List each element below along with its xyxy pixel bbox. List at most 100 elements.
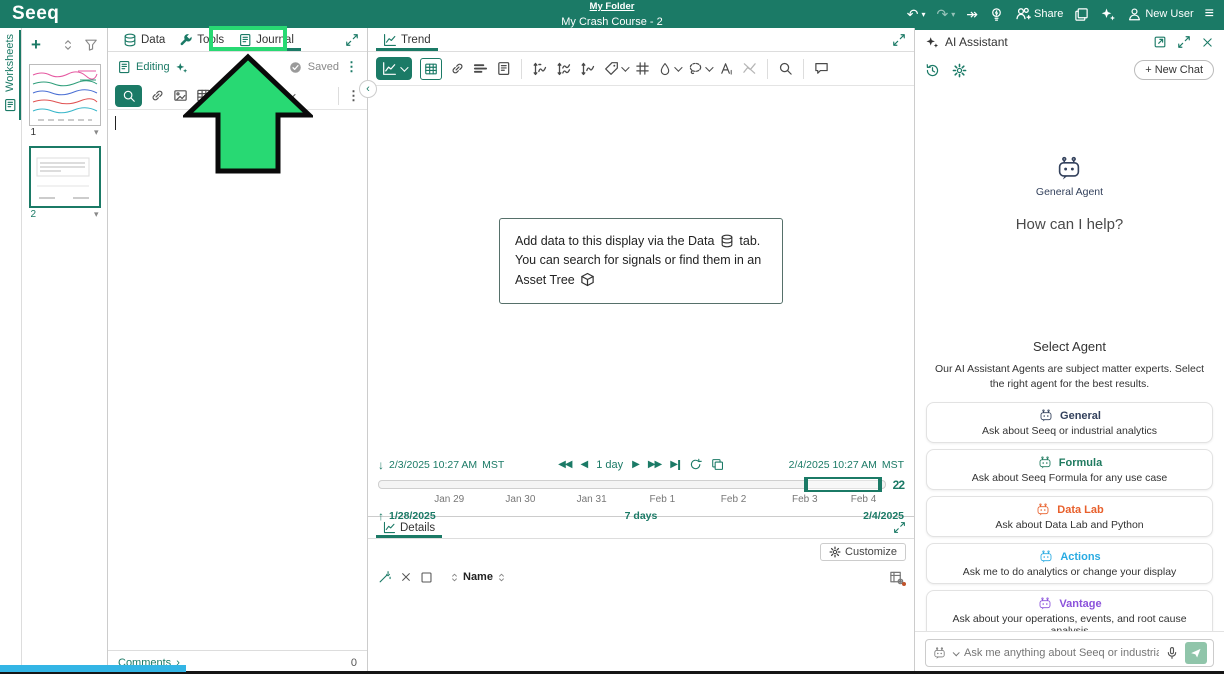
agent-card-actions[interactable]: Actions Ask me to do analytics or change… <box>926 543 1213 584</box>
assistant-title: AI Assistant <box>945 35 1008 49</box>
open-in-window-icon[interactable] <box>1153 35 1167 49</box>
filter-worksheets-icon[interactable] <box>84 38 98 52</box>
investigate-range-slider[interactable] <box>378 480 886 489</box>
gridlines-icon[interactable] <box>635 61 650 76</box>
remove-item-icon[interactable] <box>400 571 412 583</box>
agent-card-vantage[interactable]: Vantage Ask about your operations, event… <box>926 590 1213 631</box>
sort-worksheets-icon[interactable] <box>61 38 75 52</box>
step-size-label[interactable]: 1 day <box>596 459 623 471</box>
investigate-duration[interactable]: 7 days <box>625 510 658 522</box>
journal-menu-button[interactable]: ⋮ <box>345 59 358 75</box>
collapse-panel-button[interactable]: ‹ <box>359 80 377 98</box>
auto-update-icon[interactable] <box>689 458 702 471</box>
undo-button[interactable]: ↶▾ <box>907 7 926 21</box>
step-forward-button[interactable]: ▶ <box>632 460 639 470</box>
hamburger-menu[interactable]: ≡ <box>1205 6 1214 22</box>
droplet-icon <box>658 62 672 76</box>
tips-button[interactable] <box>989 7 1004 22</box>
display-start[interactable]: ↓ 2/3/2025 10:27 AMMST <box>378 459 504 471</box>
investigate-start[interactable]: ↑ 1/28/2025 <box>378 510 436 522</box>
gear-icon[interactable] <box>952 63 967 78</box>
trend-chart-area[interactable]: Add data to this display via the Data ta… <box>368 86 914 454</box>
one-lane-icon[interactable] <box>532 61 548 77</box>
agent-card-general[interactable]: General Ask about Seeq or industrial ana… <box>926 402 1213 443</box>
worksheet-item-1[interactable]: 1▾ <box>29 64 101 139</box>
chevron-down-icon[interactable]: ▾ <box>94 209 99 220</box>
chevron-down-icon[interactable]: ▾ <box>94 127 99 138</box>
step-to-end-button[interactable]: ▶ <box>670 460 680 470</box>
add-worksheet-button[interactable]: + <box>31 35 41 55</box>
chevron-down-icon[interactable] <box>287 90 295 98</box>
share-label: Share <box>1034 8 1063 20</box>
journal-editor[interactable] <box>108 110 367 650</box>
chevron-down-icon[interactable] <box>953 649 960 656</box>
new-chat-button[interactable]: + New Chat <box>1134 60 1214 80</box>
agent-card-data-lab[interactable]: Data Lab Ask about Data Lab and Python <box>926 496 1213 537</box>
capsule-lanes-icon[interactable] <box>473 61 488 76</box>
sparkles-icon[interactable] <box>175 61 188 74</box>
tab-journal[interactable]: Journal <box>231 28 301 51</box>
chevron-down-icon[interactable]: ▾ <box>922 10 926 19</box>
annotate-journal-icon[interactable] <box>496 61 511 76</box>
display-range-selector[interactable] <box>804 477 882 492</box>
expand-icon[interactable] <box>1177 35 1191 49</box>
worksheets-strip[interactable]: Worksheets <box>0 28 22 674</box>
chat-history-icon[interactable] <box>925 63 940 78</box>
link-item-icon[interactable] <box>450 61 465 76</box>
resize-range-icon[interactable]: 22 <box>893 478 904 492</box>
share-button[interactable]: Share <box>1015 6 1063 22</box>
seeq-link-button[interactable] <box>115 85 142 107</box>
tick-label: Feb 3 <box>792 494 818 505</box>
chevron-down-icon[interactable]: ▾ <box>951 10 955 19</box>
table-view-button[interactable] <box>420 58 442 80</box>
display-end[interactable]: 2/4/2025 10:27 AMMST <box>789 459 904 471</box>
journal-panel: Data Tools Journal Editing Saved ⋮ <box>108 28 368 674</box>
one-axis-icon[interactable] <box>580 61 596 77</box>
redo-button[interactable]: ↷▾ <box>937 7 956 21</box>
worksheet-item-2[interactable]: 2▾ <box>29 146 101 221</box>
worksheets-view-button[interactable] <box>1074 7 1089 22</box>
investigate-end[interactable]: 2/4/2025 <box>863 510 904 522</box>
microphone-icon[interactable] <box>1165 646 1179 660</box>
agent-card-formula[interactable]: Formula Ask about Seeq Formula for any u… <box>926 449 1213 490</box>
chart-type-button[interactable] <box>376 57 412 80</box>
name-column-header[interactable]: Name <box>463 571 493 583</box>
tab-data[interactable]: Data <box>116 28 172 51</box>
selection-mode-button[interactable] <box>688 61 711 76</box>
worksheet-thumbnail-1[interactable] <box>29 64 101 126</box>
insert-image-icon[interactable] <box>173 88 188 103</box>
step-forward-fast-button[interactable]: ▶▶ <box>648 460 661 470</box>
customize-button[interactable]: Customize <box>820 543 906 561</box>
select-signal-wand-icon[interactable] <box>378 570 392 584</box>
worksheet-thumbnail-2[interactable] <box>29 146 101 208</box>
tab-tools[interactable]: Tools <box>172 28 231 51</box>
select-all-checkbox[interactable] <box>420 571 433 584</box>
close-icon[interactable] <box>1201 36 1214 49</box>
ai-assistant-toggle[interactable] <box>1100 6 1116 22</box>
tab-trend[interactable]: Trend <box>376 28 438 51</box>
sort-icon[interactable] <box>449 572 460 583</box>
dimming-button[interactable] <box>658 62 680 76</box>
insert-link-icon[interactable] <box>150 88 165 103</box>
assistant-input[interactable] <box>964 647 1159 659</box>
step-back-fast-button[interactable]: ◀◀ <box>558 460 571 470</box>
zoom-icon[interactable] <box>778 61 793 76</box>
folder-link[interactable]: My Folder <box>561 1 662 12</box>
expand-trend-button[interactable] <box>892 33 906 47</box>
insert-table-icon[interactable] <box>196 88 211 103</box>
expand-journal-button[interactable] <box>345 33 359 47</box>
sort-icon[interactable] <box>496 572 507 583</box>
step-back-button[interactable]: ◀ <box>580 460 587 470</box>
copy-time-range-icon[interactable] <box>711 458 724 471</box>
comment-bubble-icon[interactable] <box>814 61 829 76</box>
send-button[interactable] <box>1185 642 1207 664</box>
separate-lanes-icon[interactable] <box>556 61 572 77</box>
user-menu[interactable]: New User <box>1127 7 1193 22</box>
labels-button[interactable] <box>604 61 627 76</box>
worksheets-strip-label[interactable]: Worksheets <box>0 30 21 120</box>
table-settings-button[interactable] <box>889 570 904 585</box>
forward-button[interactable]: ↠ <box>966 7 978 21</box>
main-area: Worksheets + <box>0 28 1224 674</box>
sparkles-icon <box>925 35 939 49</box>
annotation-text-icon[interactable] <box>719 61 734 76</box>
